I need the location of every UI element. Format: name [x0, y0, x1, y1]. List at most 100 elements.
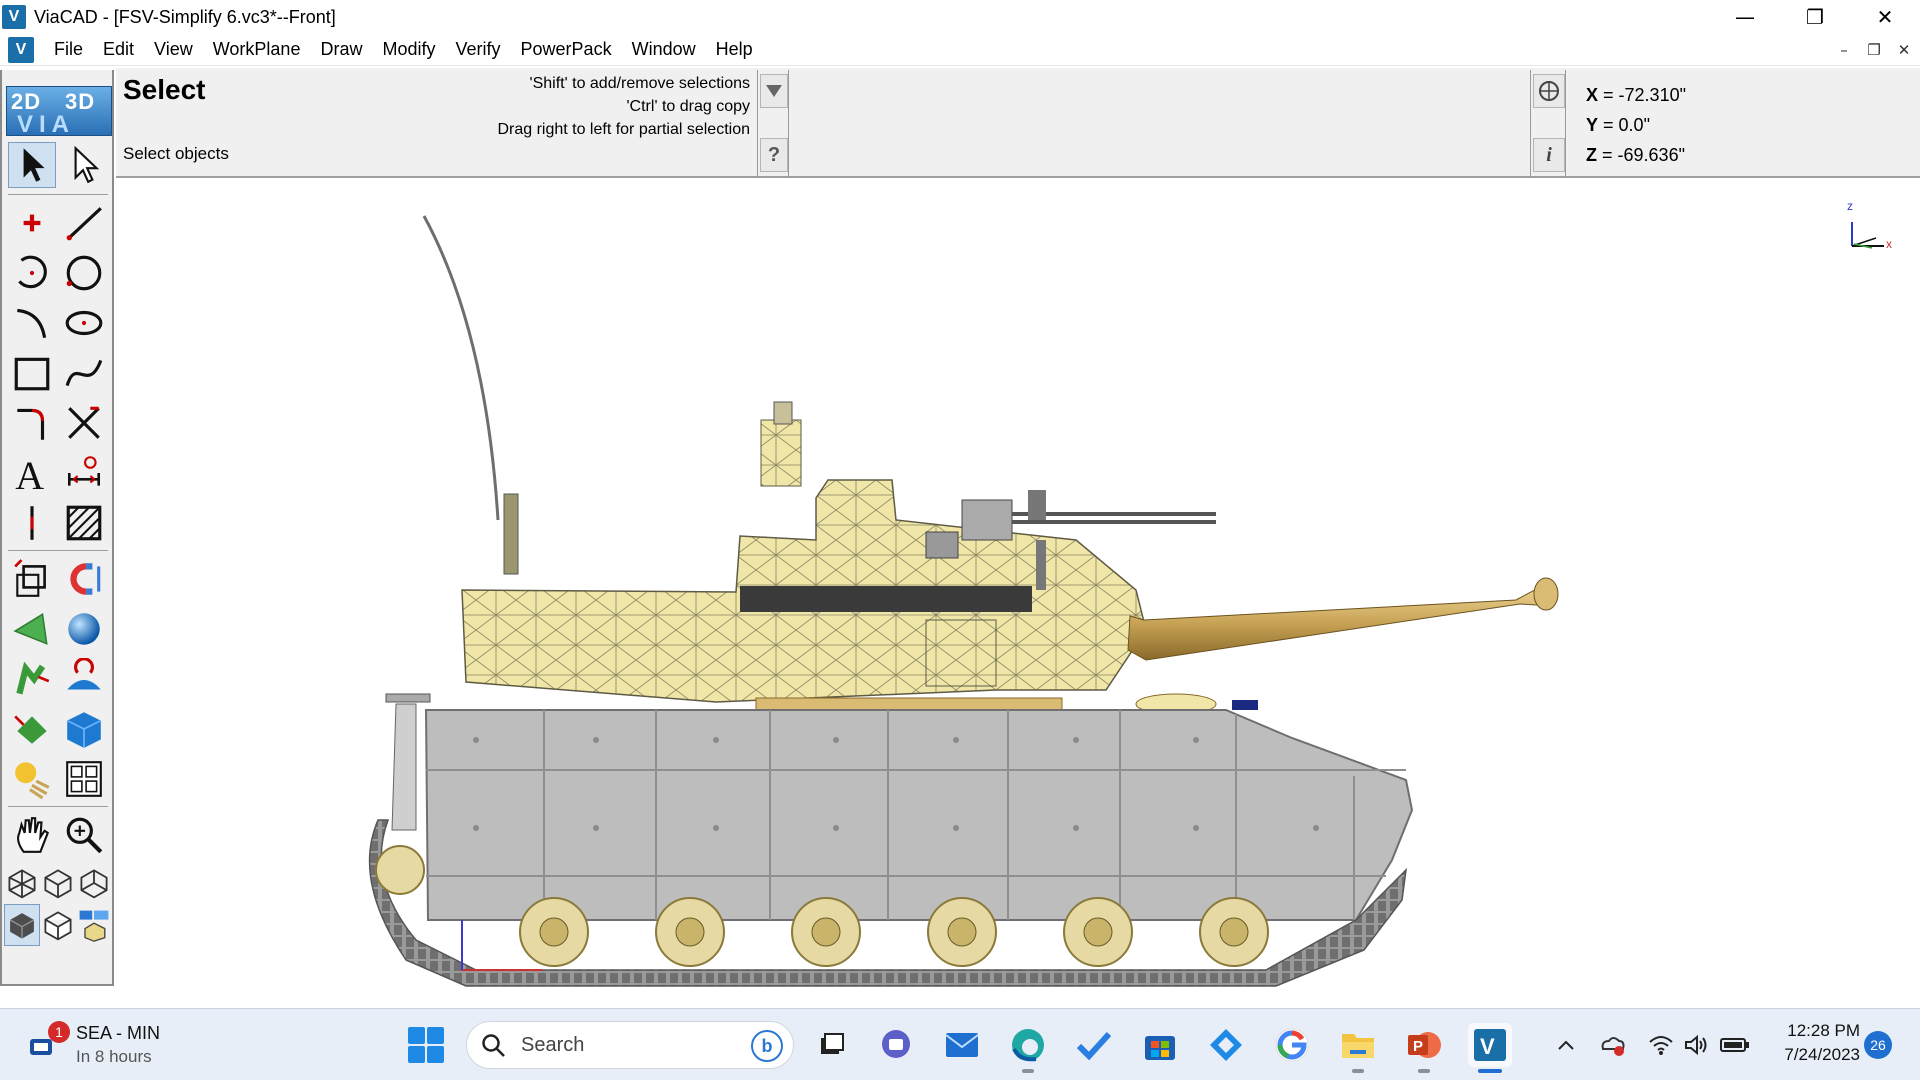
volume-icon[interactable] [1682, 1031, 1712, 1059]
curve-arc-icon[interactable] [8, 300, 56, 346]
magnet-icon[interactable] [60, 556, 108, 602]
taskbar-clock[interactable]: 12:28 PM 7/24/2023 [1764, 1019, 1860, 1067]
text-icon[interactable]: A [8, 450, 56, 496]
close-icon[interactable]: ✕ [1850, 0, 1920, 34]
dropdown-arrow-icon[interactable] [760, 74, 788, 108]
wifi-icon[interactable] [1646, 1031, 1676, 1059]
doc-close-icon[interactable]: ✕ [1892, 38, 1916, 62]
view-iso-3-icon[interactable] [76, 860, 112, 906]
todo-icon[interactable] [1072, 1023, 1116, 1067]
google-chrome-icon[interactable] [1270, 1023, 1314, 1067]
layout-icon[interactable] [60, 756, 108, 802]
dimension-icon[interactable] [60, 450, 108, 496]
app-diamond-icon[interactable] [1204, 1023, 1248, 1067]
weather-widget[interactable]: 1 SEA - MIN In 8 hours [24, 1021, 174, 1069]
shell-icon[interactable] [8, 706, 56, 752]
point-icon[interactable] [8, 200, 56, 246]
menu-window[interactable]: Window [622, 39, 706, 60]
hint-line: 'Shift' to add/remove selections [529, 75, 750, 92]
arc-icon[interactable] [8, 250, 56, 296]
fillet-icon[interactable] [8, 400, 56, 446]
minimize-icon[interactable]: — [1710, 0, 1780, 34]
title-bar: V ViaCAD - [FSV-Simplify 6.vc3*--Front] … [0, 0, 1920, 34]
extrude-icon[interactable] [8, 606, 56, 652]
edge-icon[interactable] [1006, 1023, 1050, 1073]
menu-help[interactable]: Help [706, 39, 763, 60]
revolve-icon[interactable] [60, 656, 108, 702]
powerpoint-icon[interactable]: P [1402, 1023, 1446, 1073]
toolbar-divider [8, 194, 108, 195]
file-explorer-icon[interactable] [1336, 1023, 1380, 1073]
menu-file[interactable]: File [44, 39, 93, 60]
menu-edit[interactable]: Edit [93, 39, 144, 60]
antenna [422, 215, 500, 521]
notification-badge[interactable]: 26 [1864, 1031, 1892, 1059]
prompt-buttons: ? [757, 70, 789, 178]
coord-y-row: Y = 0.0" [1586, 110, 1686, 140]
circle-icon[interactable] [60, 250, 108, 296]
doc-minimize-icon[interactable]: – [1832, 38, 1856, 62]
turret-ring [755, 697, 1063, 711]
select-arrow-icon[interactable] [8, 142, 56, 188]
axis-x-label: x [1886, 237, 1892, 251]
zoom-icon[interactable] [60, 812, 108, 858]
commander-sight [760, 419, 802, 487]
doc-restore-icon[interactable]: ❐ [1862, 38, 1886, 62]
machine-gun-body [961, 499, 1013, 541]
rectangle-icon[interactable] [8, 350, 56, 396]
view-iso-1-icon[interactable] [4, 860, 40, 906]
toolbar-divider [8, 806, 108, 807]
menu-powerpack[interactable]: PowerPack [511, 39, 622, 60]
battery-icon[interactable] [1718, 1031, 1752, 1059]
spline-icon[interactable] [60, 350, 108, 396]
task-view-icon[interactable] [810, 1023, 854, 1067]
menu-modify[interactable]: Modify [372, 39, 445, 60]
line-icon[interactable] [60, 200, 108, 246]
menu-view[interactable]: View [144, 39, 203, 60]
chevron-up-icon[interactable] [1552, 1031, 1580, 1059]
taskbar-search[interactable]: Search b [466, 1021, 794, 1069]
onedrive-error-icon[interactable] [1598, 1031, 1628, 1059]
sweep-icon[interactable] [8, 656, 56, 702]
mail-icon[interactable] [940, 1023, 984, 1067]
render-shaded-icon[interactable] [4, 904, 40, 946]
prompt-panel: Select Select objects 'Shift' to add/rem… [116, 68, 1920, 178]
render-options-icon[interactable] [76, 904, 112, 946]
start-button[interactable] [408, 1027, 444, 1063]
store-icon[interactable] [1138, 1023, 1182, 1067]
trim-icon[interactable] [60, 400, 108, 446]
document-icon[interactable]: V [8, 36, 34, 63]
centerline-icon[interactable] [8, 500, 56, 546]
select-hollow-arrow-icon[interactable] [60, 142, 108, 188]
clock-date: 7/24/2023 [1784, 1045, 1860, 1064]
menu-verify[interactable]: Verify [446, 39, 511, 60]
menu-workplane[interactable]: WorkPlane [203, 39, 311, 60]
bing-icon[interactable]: b [751, 1030, 783, 1062]
snap-target-icon[interactable] [1533, 74, 1565, 108]
materials-icon[interactable] [8, 756, 56, 802]
sight-head [773, 401, 793, 425]
pan-hand-icon[interactable] [8, 812, 56, 858]
help-icon[interactable]: ? [760, 138, 788, 172]
viacad-logo-icon[interactable]: V [2, 5, 26, 29]
antenna-mount [503, 493, 519, 575]
via-2d3d-logo[interactable]: 2D 3D VIA [6, 86, 112, 138]
ellipse-icon[interactable] [60, 300, 108, 346]
info-icon[interactable]: i [1533, 138, 1565, 172]
drawing-canvas[interactable]: z x [116, 180, 1920, 1006]
restore-icon[interactable]: ❐ [1780, 0, 1850, 34]
hatch-icon[interactable] [60, 500, 108, 546]
menu-draw[interactable]: Draw [310, 39, 372, 60]
transform-icon[interactable] [8, 556, 56, 602]
teams-chat-icon[interactable] [874, 1023, 918, 1067]
sphere-icon[interactable] [60, 606, 108, 652]
viacad-taskbar-icon[interactable]: V [1468, 1023, 1512, 1073]
logo-via: VIA [17, 111, 76, 138]
periscope [1232, 700, 1258, 710]
document-window-controls: – ❐ ✕ [1832, 38, 1916, 62]
tank-model-view[interactable]: z x [116, 180, 1920, 1006]
view-iso-2-icon[interactable] [40, 860, 76, 906]
box-icon[interactable] [60, 706, 108, 752]
render-wireframe-icon[interactable] [40, 904, 76, 946]
muzzle [1533, 577, 1559, 611]
